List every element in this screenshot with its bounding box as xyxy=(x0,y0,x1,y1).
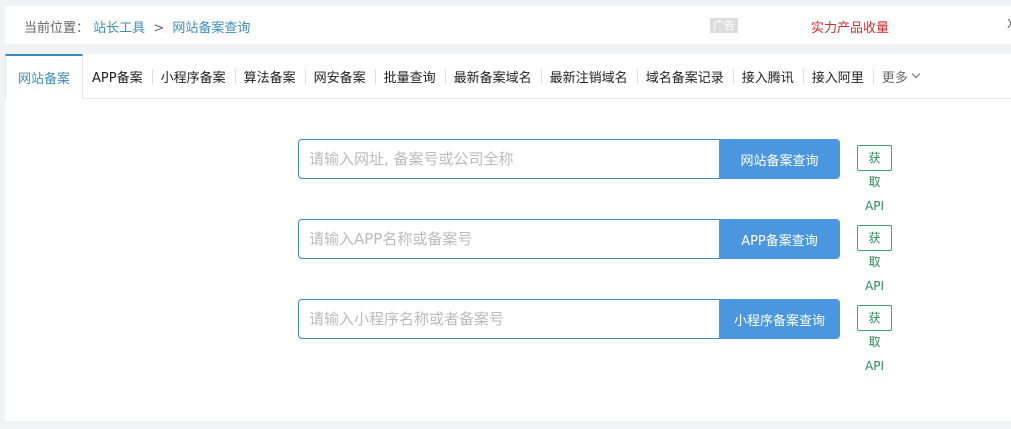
app-query-input[interactable] xyxy=(298,219,739,259)
tab-latest-cancelled-domains[interactable]: 最新注销域名 xyxy=(540,54,637,98)
tab-latest-icp-domains[interactable]: 最新备案域名 xyxy=(444,54,541,98)
tab-bar: 网站备案 APP备案 小程序备案 算法备案 网安备案 批量查询 最新备案域名 最… xyxy=(5,54,1011,99)
website-query-input[interactable] xyxy=(298,139,739,179)
ad-link[interactable]: 实力产品收量 xyxy=(811,17,889,36)
tab-aliyun-access[interactable]: 接入阿里 xyxy=(802,54,873,98)
breadcrumb-prefix: 当前位置： xyxy=(24,21,90,36)
chevron-down-icon xyxy=(911,69,920,79)
breadcrumb-link-icp[interactable]: 网站备案查询 xyxy=(172,21,250,36)
top-bar: 当前位置： 站长工具 > 网站备案查询 广告 实力产品收量 X xyxy=(5,6,1011,44)
tab-algorithm-icp[interactable]: 算法备案 xyxy=(234,54,305,98)
miniprogram-query-input[interactable] xyxy=(298,299,739,339)
website-get-api-button[interactable]: 获取API xyxy=(857,145,892,213)
tab-tencent-access[interactable]: 接入腾讯 xyxy=(732,54,803,98)
tab-more[interactable]: 更多 xyxy=(872,54,928,98)
website-query-button[interactable]: 网站备案查询 xyxy=(719,139,840,179)
tab-app-icp[interactable]: APP备案 xyxy=(83,54,152,98)
ad-close-icon[interactable]: X xyxy=(1007,17,1011,31)
breadcrumb-link-tools[interactable]: 站长工具 xyxy=(93,21,145,36)
app-get-api-button[interactable]: 获取API xyxy=(857,225,892,293)
breadcrumb-separator: > xyxy=(153,21,165,36)
tab-miniprogram-icp[interactable]: 小程序备案 xyxy=(151,54,235,98)
tab-batch-query[interactable]: 批量查询 xyxy=(374,54,445,98)
miniprogram-query-button[interactable]: 小程序备案查询 xyxy=(719,299,840,339)
query-panel: 网站备案查询 获取API APP备案查询 获取API 小程序备案查询 获取API xyxy=(5,99,1011,421)
tab-more-label: 更多 xyxy=(881,70,908,86)
tab-list: 网站备案 APP备案 小程序备案 算法备案 网安备案 批量查询 最新备案域名 最… xyxy=(5,54,928,99)
tab-website-icp[interactable]: 网站备案 xyxy=(5,54,84,99)
breadcrumb: 当前位置： 站长工具 > 网站备案查询 xyxy=(24,17,250,36)
tab-security-icp[interactable]: 网安备案 xyxy=(304,54,375,98)
tab-domain-icp-records[interactable]: 域名备案记录 xyxy=(636,54,733,98)
ad-tag: 广告 xyxy=(710,18,738,33)
app-query-button[interactable]: APP备案查询 xyxy=(719,219,840,259)
miniprogram-get-api-button[interactable]: 获取API xyxy=(857,305,892,373)
